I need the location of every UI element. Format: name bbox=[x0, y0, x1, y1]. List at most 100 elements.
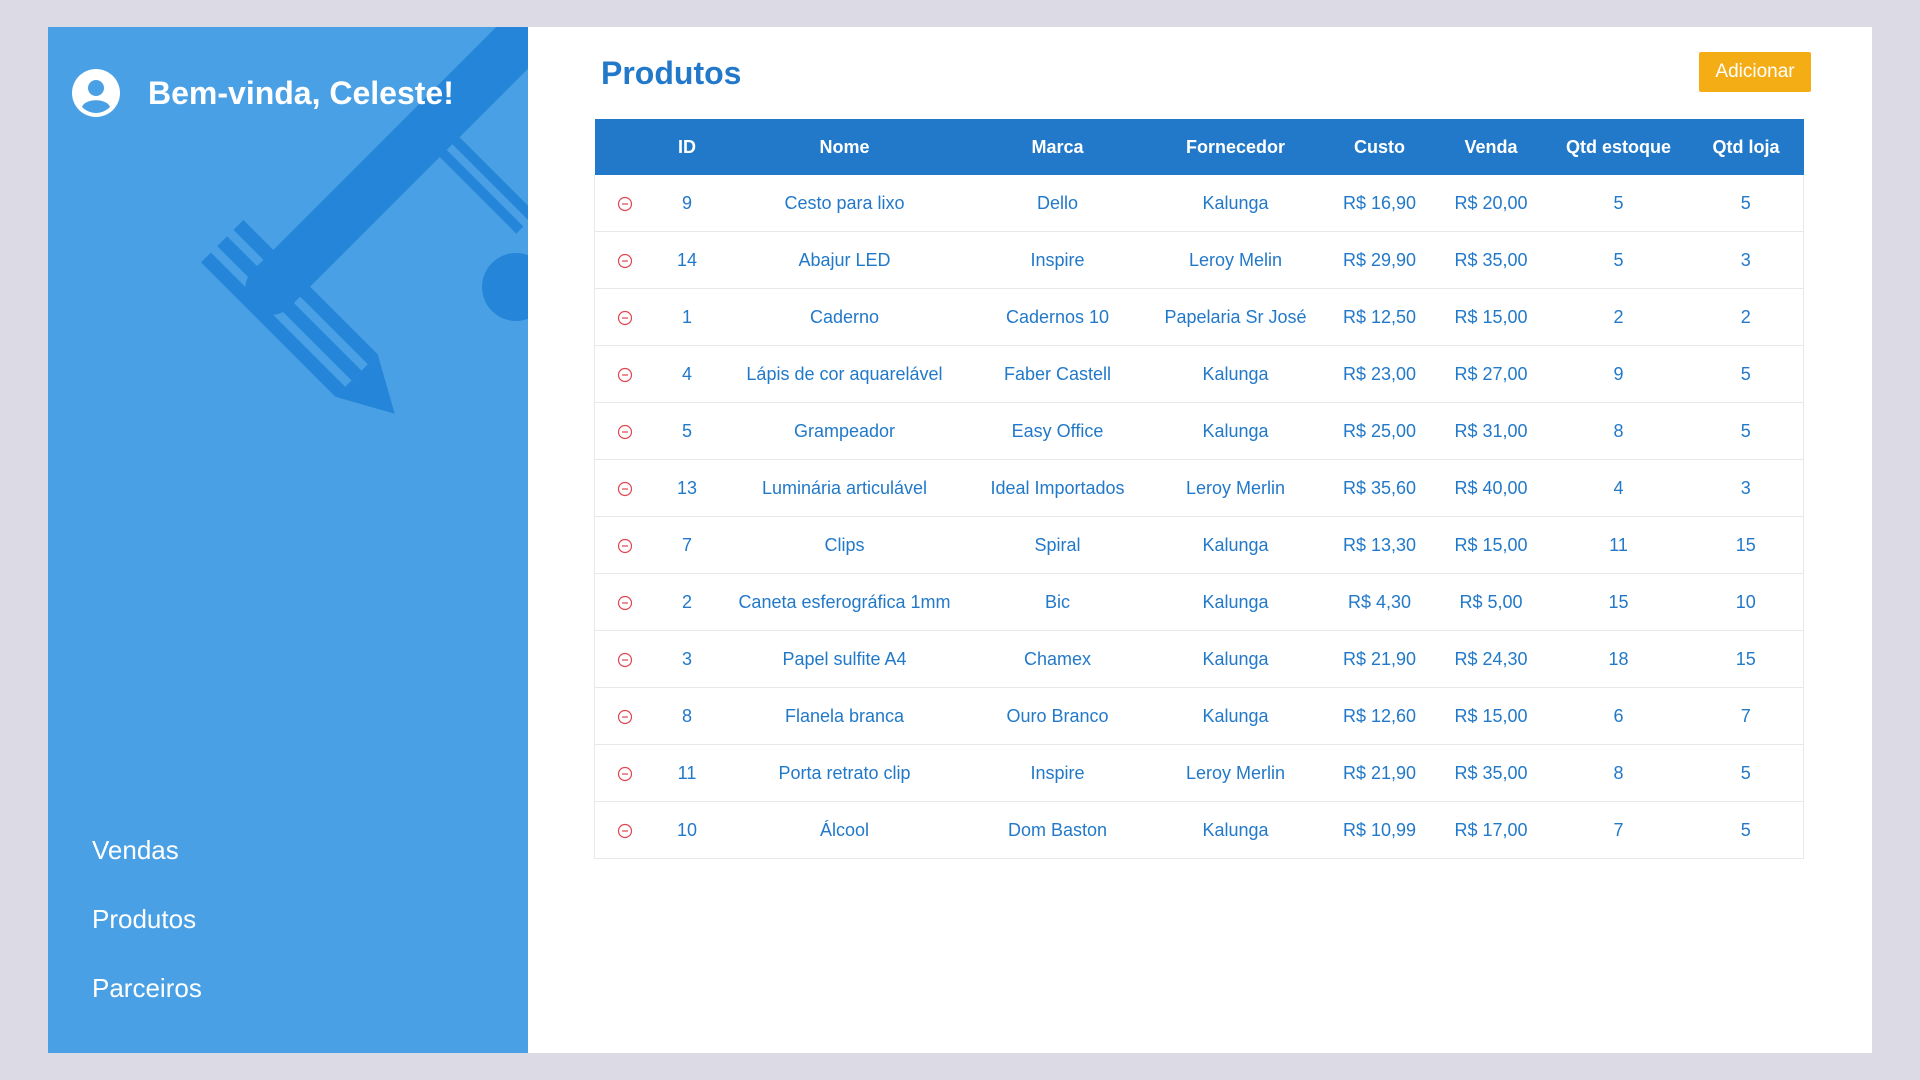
qtd-estoque-cell: 5 bbox=[1548, 231, 1689, 289]
marca-cell: Easy Office bbox=[969, 402, 1146, 460]
minus-circle-icon[interactable] bbox=[617, 538, 633, 554]
venda-cell: R$ 27,00 bbox=[1433, 345, 1549, 403]
id-cell: 13 bbox=[654, 459, 720, 517]
qtd-loja-cell: 2 bbox=[1688, 288, 1804, 346]
venda-cell: R$ 40,00 bbox=[1433, 459, 1549, 517]
marca-cell: Faber Castell bbox=[969, 345, 1146, 403]
qtd-estoque-cell: 2 bbox=[1548, 288, 1689, 346]
minus-circle-icon[interactable] bbox=[617, 196, 633, 212]
table-row: 3 Papel sulfite A4 Chamex Kalunga R$ 21,90 R$… bbox=[594, 630, 1804, 688]
page-title: Produtos bbox=[601, 55, 742, 91]
main-content: Produtos Adicionar ID Nome Marca Fornecedor… bbox=[528, 27, 1872, 1053]
minus-circle-icon[interactable] bbox=[617, 652, 633, 668]
qtd-loja-cell: 5 bbox=[1688, 801, 1804, 859]
app-window: Bem-vinda, Celeste! Vendas Produtos Parc… bbox=[48, 27, 1872, 1053]
minus-circle-icon[interactable] bbox=[617, 823, 633, 839]
custo-cell: R$ 21,90 bbox=[1325, 630, 1434, 688]
fornecedor-cell: Kalunga bbox=[1145, 516, 1326, 574]
nome-header: Nome bbox=[819, 136, 870, 157]
marca-cell: Chamex bbox=[969, 630, 1146, 688]
qtd-estoque-cell: 4 bbox=[1548, 459, 1689, 517]
table-row: 13 Luminária articulável Ideal Importados L… bbox=[594, 459, 1804, 517]
minus-circle-icon[interactable] bbox=[617, 481, 633, 497]
row-action-cell bbox=[594, 630, 655, 688]
fornecedor-header: Fornecedor bbox=[1185, 136, 1286, 157]
venda-cell: R$ 5,00 bbox=[1433, 573, 1549, 631]
qtd-loja-cell: 5 bbox=[1688, 744, 1804, 802]
venda-cell: R$ 15,00 bbox=[1433, 687, 1549, 745]
actions-header bbox=[595, 119, 655, 175]
custo-cell: R$ 16,90 bbox=[1325, 175, 1434, 232]
id-cell: 11 bbox=[654, 744, 720, 802]
id-cell: 9 bbox=[654, 175, 720, 232]
minus-circle-icon[interactable] bbox=[617, 253, 633, 269]
id-cell: 2 bbox=[654, 573, 720, 631]
qtd-estoque-cell: 18 bbox=[1548, 630, 1689, 688]
nome-cell: Grampeador bbox=[719, 402, 970, 460]
sidebar-item-parceiros[interactable]: Parceiros bbox=[92, 973, 202, 1042]
minus-circle-icon[interactable] bbox=[617, 595, 633, 611]
id-header: ID bbox=[678, 136, 696, 157]
minus-circle-icon[interactable] bbox=[617, 367, 633, 383]
sidebar-item-produtos[interactable]: Produtos bbox=[92, 904, 202, 973]
venda-cell: R$ 15,00 bbox=[1433, 288, 1549, 346]
add-button[interactable]: Adicionar bbox=[1699, 52, 1811, 92]
marca-cell: Bic bbox=[969, 573, 1146, 631]
nome-cell: Luminária articulável bbox=[719, 459, 970, 517]
user-circle-icon[interactable] bbox=[72, 69, 120, 117]
nome-cell: Álcool bbox=[719, 801, 970, 859]
qtd-loja-cell: 3 bbox=[1688, 459, 1804, 517]
custo-cell: R$ 12,60 bbox=[1325, 687, 1434, 745]
minus-circle-icon[interactable] bbox=[617, 424, 633, 440]
marca-cell: Ideal Importados bbox=[969, 459, 1146, 517]
table-row: 7 Clips Spiral Kalunga R$ 13,30 R$ 15,00 11 15 bbox=[594, 516, 1804, 574]
nome-cell: Porta retrato clip bbox=[719, 744, 970, 802]
custo-cell: R$ 13,30 bbox=[1325, 516, 1434, 574]
custo-cell: R$ 23,00 bbox=[1325, 345, 1434, 403]
qtd-loja-cell: 5 bbox=[1688, 175, 1804, 232]
custo-cell: R$ 4,30 bbox=[1325, 573, 1434, 631]
qtd-estoque-cell: 15 bbox=[1548, 573, 1689, 631]
row-action-cell bbox=[594, 402, 655, 460]
fornecedor-cell: Leroy Merlin bbox=[1145, 744, 1326, 802]
table-row: 14 Abajur LED Inspire Leroy Melin R$ 29,90 R$… bbox=[594, 231, 1804, 289]
qtd-estoque-cell: 11 bbox=[1548, 516, 1689, 574]
venda-cell: R$ 31,00 bbox=[1433, 402, 1549, 460]
id-cell: 7 bbox=[654, 516, 720, 574]
fornecedor-cell: Kalunga bbox=[1145, 402, 1326, 460]
qtd-estoque-cell: 8 bbox=[1548, 744, 1689, 802]
venda-header: Venda bbox=[1464, 136, 1518, 157]
greeting-text: Bem-vinda, Celeste! bbox=[148, 74, 454, 111]
custo-cell: R$ 10,99 bbox=[1325, 801, 1434, 859]
venda-cell: R$ 24,30 bbox=[1433, 630, 1549, 688]
custo-cell: R$ 25,00 bbox=[1325, 402, 1434, 460]
venda-cell: R$ 35,00 bbox=[1433, 744, 1549, 802]
venda-cell: R$ 20,00 bbox=[1433, 175, 1549, 232]
marca-cell: Inspire bbox=[969, 231, 1146, 289]
minus-circle-icon[interactable] bbox=[617, 709, 633, 725]
id-cell: 10 bbox=[654, 801, 720, 859]
custo-cell: R$ 21,90 bbox=[1325, 744, 1434, 802]
qtd-estoque-cell: 9 bbox=[1548, 345, 1689, 403]
greeting: Bem-vinda, Celeste! bbox=[72, 69, 454, 117]
qtd-estoque-cell: 7 bbox=[1548, 801, 1689, 859]
minus-circle-icon[interactable] bbox=[617, 766, 633, 782]
minus-circle-icon[interactable] bbox=[617, 310, 633, 326]
sidebar-nav: Vendas Produtos Parceiros bbox=[92, 835, 202, 1042]
row-action-cell bbox=[594, 231, 655, 289]
table-body: 9 Cesto para lixo Dello Kalunga R$ 16,90 R$ 2… bbox=[594, 175, 1804, 859]
table-row: 4 Lápis de cor aquarelável Faber Castell Ka… bbox=[594, 345, 1804, 403]
row-action-cell bbox=[594, 288, 655, 346]
sidebar-item-vendas[interactable]: Vendas bbox=[92, 835, 202, 904]
qtd-loja-cell: 7 bbox=[1688, 687, 1804, 745]
table-row: 2 Caneta esferográfica 1mm Bic Kalunga R$ 4,… bbox=[594, 573, 1804, 631]
fornecedor-cell: Leroy Merlin bbox=[1145, 459, 1326, 517]
custo-header: Custo bbox=[1354, 136, 1405, 157]
fornecedor-cell: Kalunga bbox=[1145, 175, 1326, 232]
table-row: 8 Flanela branca Ouro Branco Kalunga R$ 12,6… bbox=[594, 687, 1804, 745]
nome-cell: Abajur LED bbox=[719, 231, 970, 289]
table-row: 9 Cesto para lixo Dello Kalunga R$ 16,90 R$ 2… bbox=[594, 175, 1804, 232]
table-row: 10 Álcool Dom Baston Kalunga R$ 10,99 R$ 17,0… bbox=[594, 801, 1804, 859]
row-action-cell bbox=[594, 459, 655, 517]
id-cell: 4 bbox=[654, 345, 720, 403]
